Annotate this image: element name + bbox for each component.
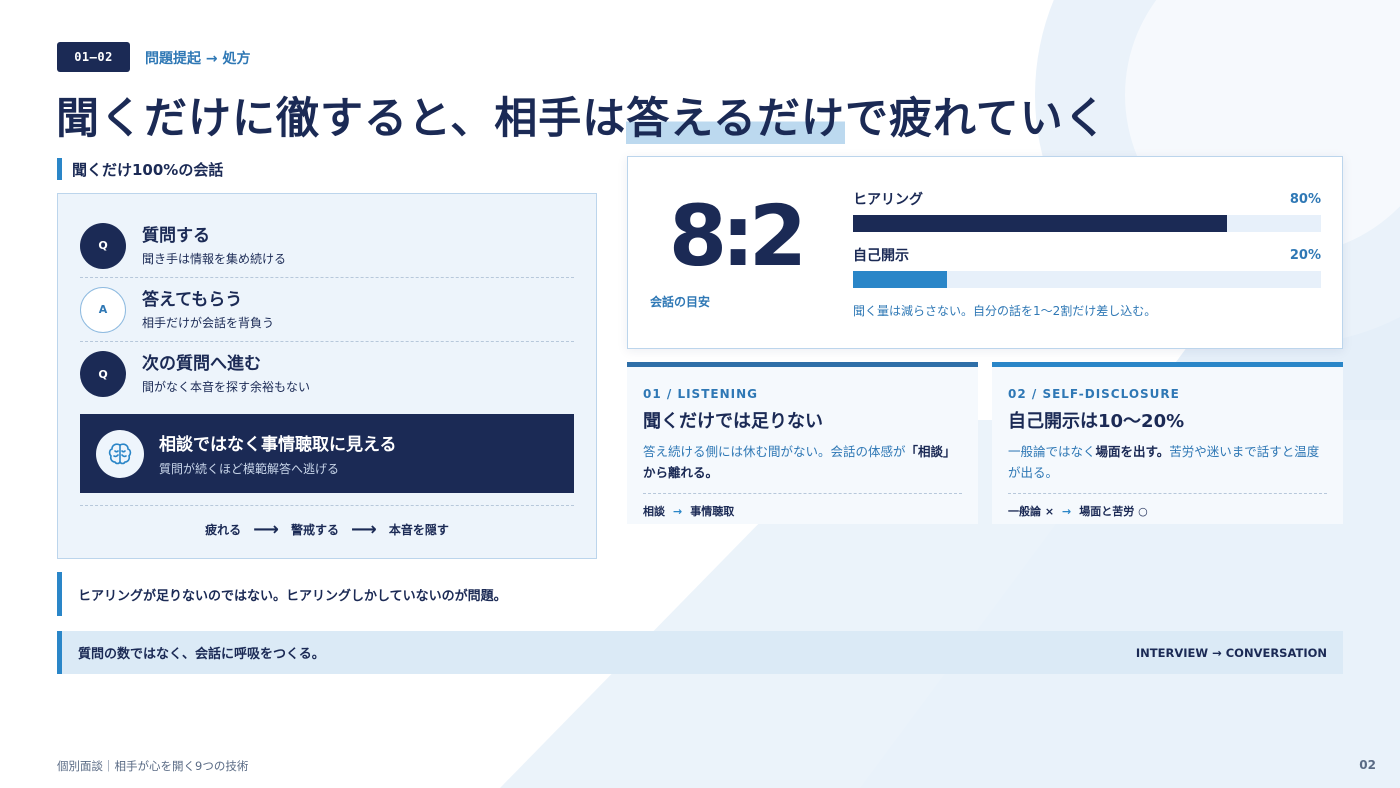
card-title: 聞くだけでは足りない xyxy=(643,411,823,432)
card-foot-to: 場面と苦労 ○ xyxy=(1079,505,1148,518)
section-chip: 01—02 xyxy=(57,42,130,72)
arrow-right-icon: ⟶ xyxy=(351,519,377,540)
ratio-note: 聞く量は減らさない。自分の話を1〜2割だけ差し込む。 xyxy=(853,304,1157,318)
card-foot-from: 相談 xyxy=(643,505,665,518)
arrow-right-icon: → xyxy=(1062,505,1072,518)
qa-row-title: 次の質問へ進む xyxy=(142,354,261,374)
ratio-value: 8:2 xyxy=(668,187,808,285)
qa-row-next-question: Q 次の質問へ進む 間がなく本音を探す余裕もない xyxy=(80,342,574,406)
flow-step: 警戒する xyxy=(290,523,339,537)
page-title: 聞くだけに徹すると、相手は答えるだけで疲れていく xyxy=(56,84,1108,146)
breadcrumb: 問題提起 → 処方 xyxy=(145,51,251,67)
card-desc-part: 一般論ではなく xyxy=(1008,444,1096,459)
card-foot-to: 事情聴取 xyxy=(690,505,735,518)
card-description: 答え続ける側には休む間がない。会話の体感が「相談」から離れる。 xyxy=(643,441,962,483)
qa-row-title: 答えてもらう xyxy=(142,289,243,310)
card-title: 自己開示は10〜20% xyxy=(1008,411,1185,432)
card-footer: 一般論 × → 場面と苦労 ○ xyxy=(1008,493,1327,519)
callout-title: 相談ではなく事情聴取に見える xyxy=(159,435,397,455)
qa-row-sub: 相手だけが会話を背負う xyxy=(142,315,275,330)
callout-sub: 質問が続くほど模範解答へ逃げる xyxy=(159,462,340,476)
arrow-right-icon: → xyxy=(673,505,683,518)
takeaway-banner: 質問の数ではなく、会話に呼吸をつくる。 INTERVIEW → CONVERSA… xyxy=(57,631,1343,674)
ratio-caption: 会話の目安 xyxy=(650,295,711,309)
bar-label: 自己開示 xyxy=(853,248,909,264)
footer-text: 個別面談｜相手が心を開く9つの技術 xyxy=(57,759,249,773)
info-card-self-disclosure: 02 / SELF-DISCLOSURE 自己開示は10〜20% 一般論ではなく… xyxy=(992,362,1343,524)
card-description: 一般論ではなく場面を出す。苦労や迷いまで話すと温度が出る。 xyxy=(1008,441,1327,483)
outcome-flow: 疲れる ⟶ 警戒する ⟶ 本音を隠す xyxy=(80,505,574,553)
a-badge: A xyxy=(80,286,126,333)
flow-step: 疲れる xyxy=(205,523,242,537)
title-part-1: 聞くだけに徹すると、相手は xyxy=(56,94,627,144)
bar-track xyxy=(853,215,1321,232)
q-badge: Q xyxy=(80,351,126,397)
callout-box: 相談ではなく事情聴取に見える 質問が続くほど模範解答へ逃げる xyxy=(80,414,574,493)
brain-icon xyxy=(96,429,144,478)
card-footer: 相談 → 事情聴取 xyxy=(643,493,962,519)
left-section-label: 聞くだけ100%の会話 xyxy=(57,158,223,180)
bar-fill xyxy=(853,215,1228,232)
qa-row-sub: 聞き手は情報を集め続ける xyxy=(142,251,287,266)
qa-row-sub: 間がなく本音を探す余裕もない xyxy=(142,380,311,394)
bar-fill xyxy=(853,271,947,288)
key-point-note: ヒアリングが足りないのではない。ヒアリングしかしていないのが問題。 xyxy=(57,572,507,616)
conversation-flow-card: Q 質問する 聞き手は情報を集め続ける A 答えてもらう 相手だけが会話を背負う… xyxy=(57,193,597,559)
card-label: 01 / LISTENING xyxy=(643,387,758,401)
bar-label: ヒアリング xyxy=(853,192,923,208)
card-foot-from: 一般論 × xyxy=(1008,505,1055,518)
bar-percent: 20% xyxy=(1289,247,1321,263)
qa-row-question: Q 質問する 聞き手は情報を集め続ける xyxy=(80,214,574,278)
card-desc-emphasis: 場面を出す。 xyxy=(1095,444,1170,459)
info-card-listening: 01 / LISTENING 聞くだけでは足りない 答え続ける側には休む間がない… xyxy=(627,362,978,524)
title-highlight: 答えるだけ xyxy=(626,94,845,144)
qa-row-title: 質問する xyxy=(142,225,210,246)
flow-step: 本音を隠す xyxy=(388,523,449,537)
ratio-card: 8:2 会話の目安 ヒアリング 80% 自己開示 20% 聞く量は減らさない。自… xyxy=(627,156,1343,349)
bar-percent: 80% xyxy=(1289,191,1321,207)
bar-track xyxy=(853,271,1321,288)
bar-hearing: ヒアリング 80% xyxy=(853,189,1321,232)
bar-self-disclosure: 自己開示 20% xyxy=(853,245,1321,288)
takeaway-tag: INTERVIEW → CONVERSATION xyxy=(1135,645,1327,660)
q-badge: Q xyxy=(80,222,126,269)
arrow-right-icon: ⟶ xyxy=(253,519,279,540)
qa-row-answer: A 答えてもらう 相手だけが会話を背負う xyxy=(80,278,574,342)
takeaway-text: 質問の数ではなく、会話に呼吸をつくる。 xyxy=(78,647,325,662)
card-label: 02 / SELF-DISCLOSURE xyxy=(1008,387,1180,401)
card-desc-part: 答え続ける側には休む間がない。会話の体感が xyxy=(643,444,906,459)
title-part-2: で疲れていく xyxy=(845,94,1108,144)
page-number: 02 xyxy=(1359,758,1376,772)
